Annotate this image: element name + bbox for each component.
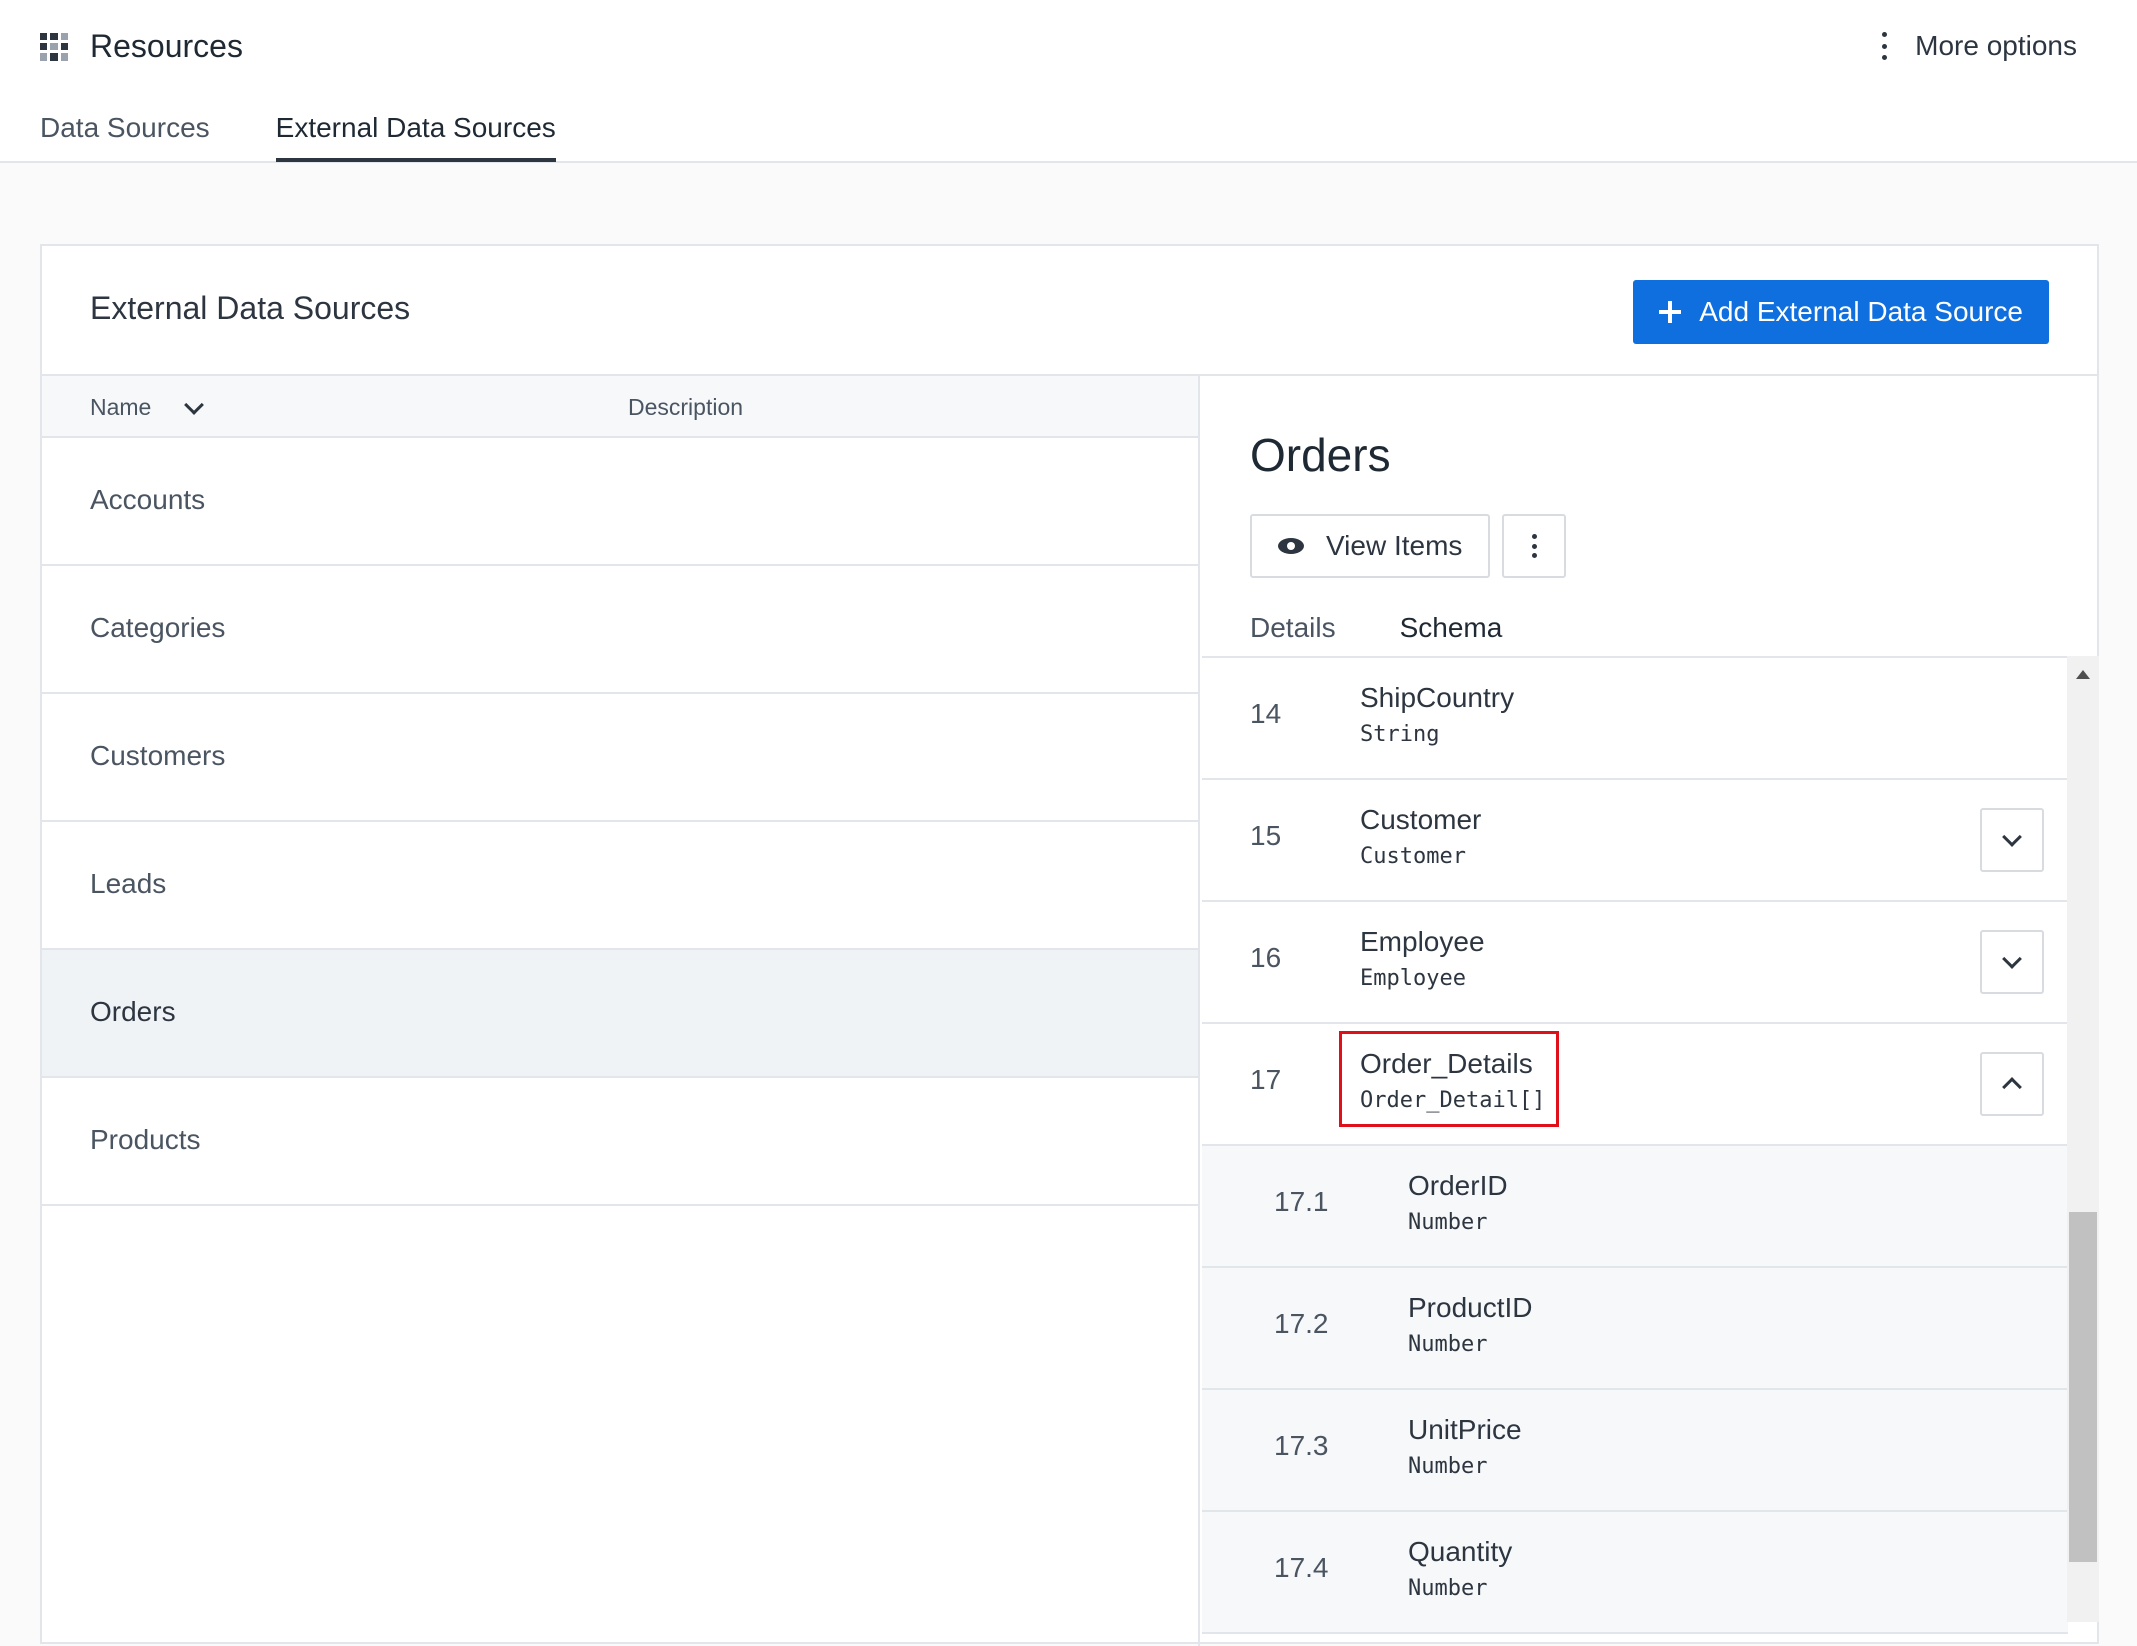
list-item[interactable]: Categories — [42, 566, 1198, 694]
list-item-label: Customers — [90, 740, 226, 771]
schema-row: 15 Customer Customer — [1202, 780, 2068, 902]
card-title: External Data Sources — [90, 290, 411, 326]
external-data-sources-card: External Data Sources Add External Data … — [40, 244, 2099, 1646]
collapse-button[interactable] — [1980, 1052, 2044, 1116]
name-column-label: Name — [90, 394, 152, 420]
detail-menu-button[interactable] — [1502, 514, 1566, 578]
field-type: Employee — [1360, 966, 1466, 991]
grid-icon — [40, 32, 68, 61]
row-number: 17.2 — [1274, 1308, 1329, 1339]
list-item-label: Leads — [90, 868, 167, 899]
schema-child-row: 17.3 UnitPrice Number — [1202, 1390, 2068, 1512]
add-external-data-source-button[interactable]: Add External Data Source — [1633, 280, 2049, 344]
list-item-label: Accounts — [90, 484, 206, 515]
row-number: 17.1 — [1274, 1186, 1329, 1217]
detail-pane: Orders View Items Details Schema 14 Ship… — [1202, 376, 2099, 1646]
plus-icon — [1659, 301, 1682, 323]
field-type: Number — [1408, 1454, 1488, 1479]
field-name: OrderID — [1408, 1170, 1508, 1201]
schema-list: 14 ShipCountry String 15 Customer Custom… — [1202, 658, 2068, 1646]
row-number: 16 — [1250, 942, 1282, 973]
scroll-up-arrow-icon[interactable] — [2076, 670, 2090, 679]
scrollbar-thumb[interactable] — [2069, 1212, 2097, 1562]
tab-details[interactable]: Details — [1250, 612, 1336, 656]
more-options-button[interactable]: More options — [1881, 30, 2077, 62]
list-item-selected[interactable]: Orders — [42, 950, 1198, 1078]
row-number: 17.3 — [1274, 1430, 1329, 1461]
chevron-down-icon — [2002, 949, 2022, 969]
schema-row: 14 ShipCountry String — [1202, 658, 2068, 780]
tab-data-sources[interactable]: Data Sources — [40, 112, 210, 162]
field-type: Customer — [1360, 844, 1466, 869]
chevron-up-icon — [2002, 1077, 2022, 1097]
field-type: String — [1360, 722, 1440, 747]
schema-scrollbar[interactable] — [2067, 656, 2099, 1622]
eye-icon — [1278, 538, 1304, 554]
field-name: Customer — [1360, 804, 1482, 835]
field-name: Employee — [1360, 926, 1485, 957]
row-number: 17.4 — [1274, 1552, 1329, 1583]
field-type: Number — [1408, 1332, 1488, 1357]
add-button-label: Add External Data Source — [1699, 296, 2023, 327]
schema-child-row: 17.1 OrderID Number — [1202, 1146, 2068, 1268]
list-item[interactable]: Products — [42, 1078, 1198, 1206]
detail-tabs: Details Schema — [1250, 612, 1502, 660]
row-number: 15 — [1250, 820, 1282, 851]
row-number: 14 — [1250, 698, 1282, 729]
field-type: Number — [1408, 1210, 1488, 1235]
schema-row: 16 Employee Employee — [1202, 902, 2068, 1024]
row-number: 17 — [1250, 1064, 1282, 1095]
card-header: External Data Sources Add External Data … — [42, 246, 2097, 376]
schema-child-row: 17.2 ProductID Number — [1202, 1268, 2068, 1390]
top-tabs: Data Sources External Data Sources — [40, 112, 556, 162]
field-name: Order_Details — [1360, 1048, 1533, 1079]
name-column-header[interactable]: Name — [90, 394, 205, 421]
kebab-icon — [1881, 32, 1887, 60]
field-type: Number — [1408, 1576, 1488, 1601]
kebab-icon — [1531, 534, 1537, 558]
tab-external-data-sources[interactable]: External Data Sources — [275, 112, 556, 162]
field-name: ProductID — [1408, 1292, 1533, 1323]
more-options-label: More options — [1915, 30, 2077, 61]
view-items-label: View Items — [1326, 530, 1463, 561]
schema-row: 17 Order_Details Order_Detail[] — [1202, 1024, 2068, 1146]
field-name: UnitPrice — [1408, 1414, 1522, 1445]
list-item-label: Orders — [90, 996, 176, 1027]
list-item-label: Categories — [90, 612, 226, 643]
expand-button[interactable] — [1980, 808, 2044, 872]
list-item[interactable]: Leads — [42, 822, 1198, 950]
field-type: Order_Detail[] — [1360, 1088, 1546, 1113]
chevron-down-icon — [184, 394, 205, 415]
list-item[interactable]: Customers — [42, 694, 1198, 822]
schema-child-row: 17.4 Quantity Number — [1202, 1512, 2068, 1634]
list-item-label: Products — [90, 1124, 201, 1155]
view-items-button[interactable]: View Items — [1250, 514, 1490, 578]
tab-schema[interactable]: Schema — [1399, 612, 1502, 660]
chevron-down-icon — [2002, 827, 2022, 847]
data-source-list: Name Description Accounts Categories Cus… — [42, 376, 1200, 1646]
list-item[interactable]: Accounts — [42, 438, 1198, 566]
detail-title: Orders — [1250, 429, 1391, 481]
list-header: Name Description — [42, 376, 1198, 438]
field-name: Quantity — [1408, 1536, 1513, 1567]
description-column-header: Description — [628, 394, 744, 420]
expand-button[interactable] — [1980, 930, 2044, 994]
field-name: ShipCountry — [1360, 682, 1515, 713]
top-bar: Resources More options Data Sources Exte… — [0, 0, 2137, 163]
app-title-text: Resources — [90, 28, 243, 64]
app-title: Resources — [40, 28, 243, 65]
